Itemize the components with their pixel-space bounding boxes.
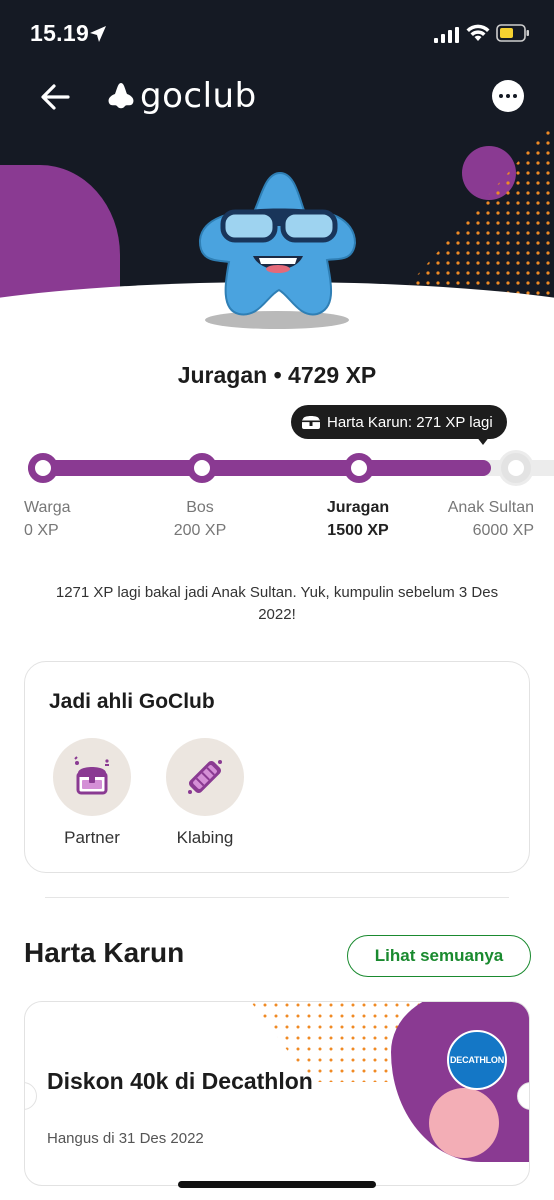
more-options-button[interactable]	[492, 80, 524, 112]
feature-klabing[interactable]: Klabing	[160, 738, 250, 848]
tier-name: Warga	[24, 499, 71, 516]
status-bar: 15.19	[0, 0, 554, 66]
ticket-roll-icon	[166, 738, 244, 816]
more-dot-icon	[499, 94, 503, 98]
tier-node-juragan	[344, 453, 374, 483]
treasure-chest-icon	[302, 416, 320, 429]
card-title: Jadi ahli GoClub	[49, 690, 215, 713]
hero-banner: 15.19 goclub	[0, 0, 554, 330]
voucher-title: Diskon 40k di Decathlon	[47, 1068, 313, 1094]
tier-xp: 1500 XP	[327, 522, 389, 539]
goclub-membership-card: Jadi ahli GoClub Partner Klabing	[24, 661, 530, 873]
goclub-star-icon	[108, 83, 134, 109]
xp-progress-fill	[28, 460, 491, 476]
voucher-expiry: Hangus di 31 Des 2022	[47, 1130, 204, 1147]
section-title: Harta Karun	[24, 937, 185, 968]
treasure-chest-icon	[53, 738, 131, 816]
tier-name: Juragan	[326, 499, 390, 516]
decathlon-logo: DECATHLON	[447, 1030, 507, 1090]
tier-node-bos	[187, 453, 217, 483]
section-divider	[45, 897, 509, 898]
tier-xp: 200 XP	[173, 522, 227, 539]
tooltip-text: Harta Karun: 271 XP lagi	[327, 413, 493, 431]
location-arrow-icon	[90, 26, 106, 42]
tier-node-warga	[28, 453, 58, 483]
feature-partner[interactable]: Partner	[47, 738, 137, 848]
cellular-signal-icon	[434, 27, 459, 43]
tier-label-juragan: Juragan 1500 XP	[298, 496, 418, 542]
level-title: Juragan • 4729 XP	[177, 362, 377, 388]
tier-name: Bos	[186, 499, 214, 516]
feature-label: Partner	[64, 828, 120, 847]
tier-label-warga: Warga 0 XP	[24, 496, 144, 542]
voucher-card[interactable]: DECATHLON Diskon 40k di Decathlon Hangus…	[24, 1001, 530, 1186]
goclub-logo: goclub	[106, 76, 257, 116]
tier-xp: 0 XP	[24, 522, 59, 539]
decorative-dots	[395, 121, 554, 300]
tier-label-bos: Bos 200 XP	[140, 496, 260, 542]
battery-icon	[496, 24, 529, 42]
see-all-button[interactable]: Lihat semuanya	[347, 935, 531, 977]
logo-text: goclub	[140, 76, 257, 116]
star-mascot-illustration	[198, 171, 357, 329]
treasure-tooltip[interactable]: Harta Karun: 271 XP lagi	[291, 405, 507, 439]
progress-note: 1271 XP lagi bakal jadi Anak Sultan. Yuk…	[55, 584, 499, 623]
wifi-icon	[466, 24, 490, 41]
status-time: 15.19	[30, 20, 90, 46]
home-indicator	[178, 1181, 376, 1188]
tier-name: Anak Sultan	[447, 499, 534, 516]
tier-node-anak-sultan	[501, 453, 531, 483]
feature-label: Klabing	[176, 828, 234, 847]
tier-label-anak-sultan: Anak Sultan 6000 XP	[414, 496, 534, 542]
back-arrow-icon[interactable]	[38, 80, 74, 114]
tier-xp: 6000 XP	[472, 522, 534, 539]
